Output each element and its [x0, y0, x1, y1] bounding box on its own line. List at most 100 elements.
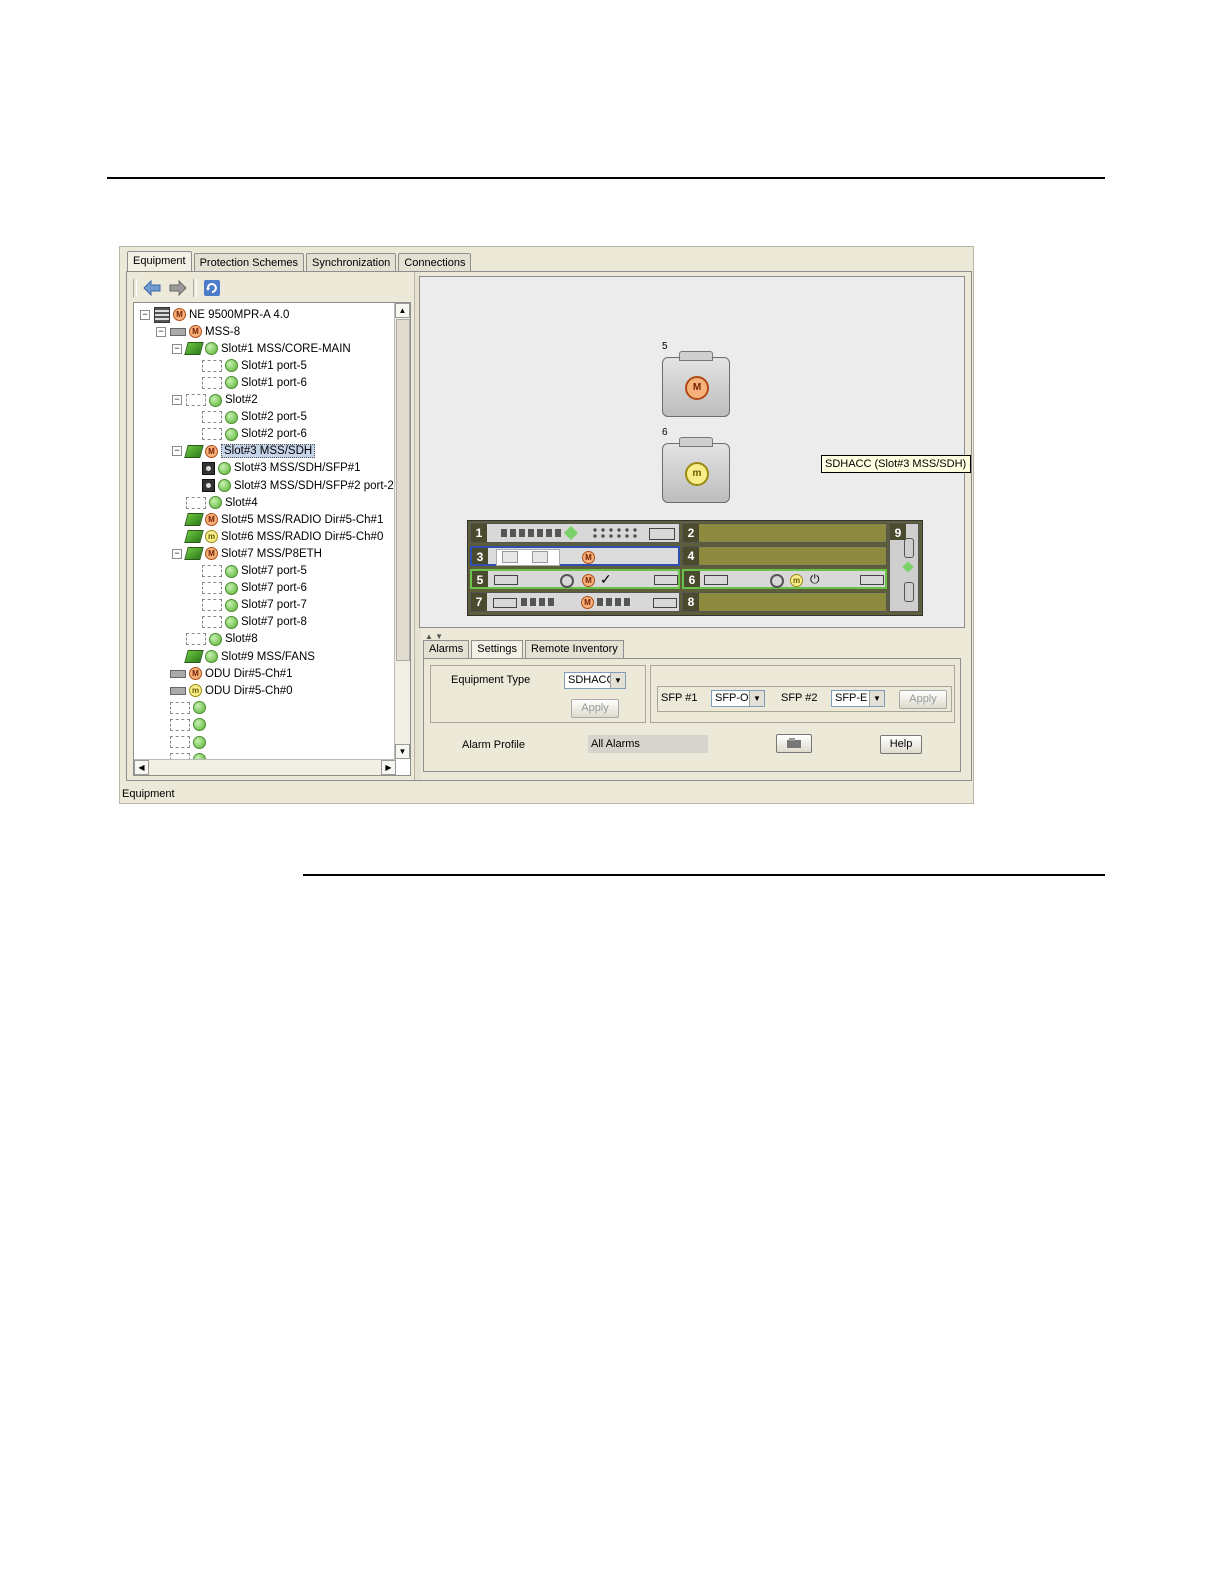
shelf-icon — [170, 669, 186, 678]
slot-icon — [186, 394, 206, 406]
tree-expander-icon[interactable]: − — [156, 326, 166, 337]
tree-item-label: Slot#2 port-6 — [241, 428, 307, 441]
tree-item[interactable]: Slot#4 — [172, 494, 258, 511]
help-button[interactable]: Help — [880, 735, 922, 754]
slot-card-5[interactable]: 5 M ✓ — [470, 569, 680, 589]
slot-card-2[interactable]: 2 — [682, 523, 887, 543]
tree-vertical-scrollbar[interactable]: ▲ ▼ — [394, 303, 410, 759]
chevron-down-icon: ▼ — [869, 691, 884, 706]
scroll-up-icon[interactable]: ▲ — [395, 303, 410, 318]
tree-item[interactable]: Slot#2 port-5 — [188, 409, 307, 426]
slot-number: 7 — [471, 593, 487, 611]
tree-item[interactable] — [156, 734, 209, 751]
slot-icon — [202, 616, 222, 629]
tree-item[interactable]: Slot#3 MSS/SDH/SFP#1 — [188, 460, 361, 477]
tree-item[interactable]: m ODU Dir#5-Ch#0 — [156, 682, 293, 699]
tree-expander-icon[interactable]: − — [172, 548, 182, 559]
card-icon — [184, 444, 204, 458]
equipment-type-group: Equipment Type SDHACC ▼ Apply — [430, 665, 646, 723]
tree-item[interactable]: Slot#9 MSS/FANS — [172, 648, 315, 665]
alarm-major-icon: M — [582, 574, 595, 587]
tree-item[interactable]: M Slot#5 MSS/RADIO Dir#5-Ch#1 — [172, 511, 383, 528]
status-ok-icon — [225, 615, 238, 629]
sfp1-select[interactable]: SFP-O ▼ — [711, 690, 765, 707]
tree-item[interactable]: − M MSS-8 — [156, 323, 240, 340]
sfp-apply-button[interactable]: Apply — [899, 690, 947, 709]
status-ok-icon — [193, 735, 206, 749]
arrow-left-icon — [143, 280, 161, 296]
tree-item-label: Slot#8 — [225, 633, 258, 646]
status-ok-icon — [225, 376, 238, 390]
tree-item[interactable]: Slot#7 port-7 — [188, 597, 307, 614]
tree-item[interactable]: − M Slot#3 MSS/SDH — [172, 443, 316, 460]
odu-label: 6 — [662, 427, 668, 438]
tree-expander-icon[interactable]: − — [172, 343, 182, 354]
tree-item[interactable] — [156, 699, 209, 716]
tree-item-label: NE 9500MPR-A 4.0 — [189, 308, 290, 321]
status-ok-icon — [225, 581, 238, 595]
slot-card-7[interactable]: 7 M — [470, 592, 680, 612]
scroll-left-icon[interactable]: ◀ — [134, 760, 149, 775]
tree-item[interactable]: Slot#7 port-8 — [188, 614, 307, 631]
led-icon — [563, 525, 579, 541]
tree-item-label: Slot#7 MSS/P8ETH — [221, 547, 322, 560]
tree-item[interactable]: Slot#1 port-6 — [188, 374, 307, 391]
scroll-down-icon[interactable]: ▼ — [395, 744, 410, 759]
tree-item[interactable]: − Slot#1 MSS/CORE-MAIN — [172, 340, 351, 357]
slot-card-4[interactable]: 4 — [682, 546, 887, 566]
tree-horizontal-scrollbar[interactable]: ◀ ▶ — [134, 759, 396, 775]
tooltip: SDHACC (Slot#3 MSS/SDH) - Ala — [821, 455, 971, 473]
tree-item-label: MSS-8 — [205, 325, 241, 338]
equipment-type-select[interactable]: SDHACC ▼ — [564, 672, 626, 689]
tree-item[interactable]: Slot#8 — [172, 631, 258, 648]
slot-card-1[interactable]: 1 — [470, 523, 680, 543]
tree-item[interactable]: Slot#2 port-6 — [188, 426, 307, 443]
alarm-major-icon: M — [205, 547, 218, 561]
alarm-profile-field: All Alarms — [588, 735, 708, 753]
tab-alarms[interactable]: Alarms — [423, 640, 470, 658]
tree-item[interactable]: − M NE 9500MPR-A 4.0 — [140, 306, 289, 323]
tree-item-label: Slot#1 MSS/CORE-MAIN — [221, 342, 351, 355]
tree-item[interactable]: − M Slot#7 MSS/P8ETH — [172, 545, 322, 562]
sfp2-select[interactable]: SFP-E ▼ — [831, 690, 885, 707]
odu-unit-6[interactable]: m — [662, 437, 730, 503]
tree-item[interactable]: M ODU Dir#5-Ch#1 — [156, 665, 293, 682]
alarm-minor-icon: m — [189, 684, 202, 698]
tab-connections[interactable]: Connections — [398, 253, 472, 272]
scroll-thumb[interactable] — [396, 319, 410, 661]
odu-unit-5[interactable]: M — [662, 351, 730, 417]
slot-card-9[interactable]: 9 — [889, 523, 919, 612]
refresh-button[interactable] — [201, 278, 223, 298]
chevron-down-icon: ▼ — [749, 691, 764, 706]
slot-card-6[interactable]: 6 m ⏻ — [682, 569, 887, 589]
profile-edit-button[interactable] — [776, 734, 812, 753]
alarm-major-icon: M — [685, 376, 709, 400]
tab-remote-inventory[interactable]: Remote Inventory — [524, 640, 624, 658]
tree-item[interactable]: Slot#1 port-5 — [188, 357, 307, 374]
settings-panel: Equipment Type SDHACC ▼ Apply SFP #1 SFP… — [423, 658, 961, 772]
tree-item[interactable]: − Slot#2 — [172, 392, 258, 409]
slot-number: 6 — [684, 571, 700, 587]
tree-item[interactable]: Slot#7 port-5 — [188, 563, 307, 580]
slot-card-3[interactable]: 3 M — [470, 546, 680, 566]
tab-protection-schemes[interactable]: Protection Schemes — [193, 253, 305, 272]
forward-button[interactable] — [167, 278, 189, 298]
slot-icon — [170, 701, 190, 714]
tree-expander-icon[interactable]: − — [172, 395, 182, 405]
scroll-right-icon[interactable]: ▶ — [381, 760, 396, 775]
tree-expander-icon[interactable]: − — [140, 309, 150, 320]
tab-synchronization[interactable]: Synchronization — [306, 253, 397, 272]
alarm-major-icon: M — [173, 308, 186, 321]
tab-equipment[interactable]: Equipment — [127, 251, 192, 272]
tab-settings[interactable]: Settings — [471, 640, 523, 658]
tree-item[interactable]: Slot#3 MSS/SDH/SFP#2 port-2 — [188, 477, 394, 494]
tree-expander-icon[interactable]: − — [172, 446, 182, 457]
tree-item[interactable]: Slot#7 port-6 — [188, 580, 307, 597]
sfp-icon — [202, 461, 215, 475]
back-button[interactable] — [141, 278, 163, 298]
card-icon — [184, 650, 204, 663]
slot-card-8[interactable]: 8 — [682, 592, 887, 612]
tree-item[interactable] — [156, 716, 209, 733]
tree-item[interactable]: m Slot#6 MSS/RADIO Dir#5-Ch#0 — [172, 528, 383, 545]
equipment-apply-button[interactable]: Apply — [571, 699, 619, 718]
